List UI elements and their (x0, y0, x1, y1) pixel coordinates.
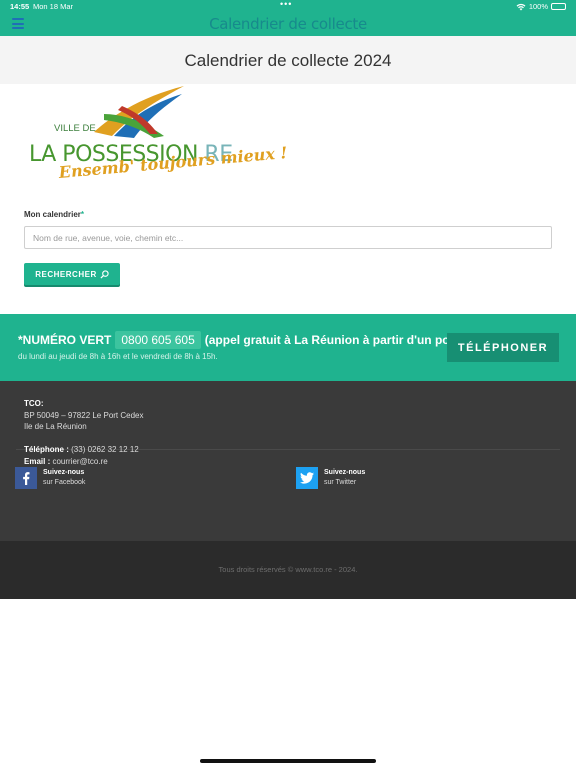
numero-vert-number[interactable]: 0800 605 605 (115, 331, 201, 349)
battery-percent: 100% (528, 2, 548, 11)
numero-vert-hours: du lundi au jeudi de 8h à 16h et le vend… (18, 352, 218, 361)
battery-icon (551, 3, 566, 10)
title-band: Calendrier de collecte 2024 (0, 36, 576, 84)
footer-email-label: Email : (24, 456, 51, 466)
nav-title: Calendrier de collecte (209, 15, 367, 33)
search-icon (100, 269, 109, 279)
street-search-input[interactable] (24, 226, 552, 249)
status-time: 14:55 (10, 2, 30, 11)
home-indicator[interactable] (200, 759, 376, 763)
facebook-text: Suivez-nous sur Facebook (43, 468, 85, 488)
calendar-label-text: Mon calendrier (24, 210, 81, 219)
footer-address: TCO: BP 50049 – 97822 Le Port Cedex Ile … (24, 398, 144, 433)
facebook-icon (15, 467, 37, 489)
multitask-dots[interactable]: ••• (280, 0, 292, 9)
footer-email[interactable]: courrier@tco.re (52, 457, 107, 466)
twitter-icon (296, 467, 318, 489)
footer-address-line2: Ile de La Réunion (24, 422, 87, 431)
nav-bar: Calendrier de collecte (0, 13, 576, 36)
required-mark: * (80, 210, 85, 219)
footer: TCO: BP 50049 – 97822 Le Port Cedex Ile … (0, 381, 576, 541)
call-button[interactable]: TÉLÉPHONER (447, 333, 559, 362)
footer-phone-label: Téléphone : (24, 445, 69, 454)
footer-phone[interactable]: (33) 0262 32 12 12 (71, 445, 139, 454)
copyright-band: Tous droits réservés © www.tco.re - 2024… (0, 541, 576, 599)
logo-emblem-icon (94, 86, 184, 138)
numero-vert-prefix: *NUMÉRO VERT (18, 333, 112, 347)
logo-ville-text: VILLE DE (54, 123, 96, 134)
footer-org: TCO: (24, 399, 44, 408)
facebook-line2: sur Facebook (43, 479, 86, 486)
wifi-icon (516, 3, 526, 10)
twitter-text: Suivez-nous sur Twitter (324, 468, 365, 488)
footer-contact: Téléphone : (33) 0262 32 12 12 Email : c… (24, 444, 139, 467)
twitter-line2: sur Twitter (324, 479, 357, 486)
search-button[interactable]: RECHERCHER (24, 263, 120, 285)
footer-address-line1: BP 50049 – 97822 Le Port Cedex (24, 410, 144, 420)
search-button-label: RECHERCHER (35, 269, 97, 279)
twitter-link[interactable]: Suivez-nous sur Twitter (296, 467, 365, 489)
page-title: Calendrier de collecte 2024 (184, 51, 392, 70)
copyright-text: Tous droits réservés © www.tco.re - 2024… (218, 565, 358, 574)
status-bar: 14:55 Mon 18 Mar ••• 100% (0, 0, 576, 13)
facebook-link[interactable]: Suivez-nous sur Facebook (15, 467, 85, 489)
status-date: Mon 18 Mar (33, 2, 74, 11)
status-right: 100% (516, 2, 566, 11)
facebook-line1: Suivez-nous (43, 469, 85, 476)
twitter-line1: Suivez-nous (324, 469, 366, 476)
calendar-field-label: Mon calendrier* (24, 210, 84, 219)
numero-vert-line: *NUMÉRO VERT 0800 605 605 (appel gratuit… (18, 331, 495, 349)
ville-logo: VILLE DE LA POSSESSION.RE Ensemb' toujou… (24, 84, 288, 198)
